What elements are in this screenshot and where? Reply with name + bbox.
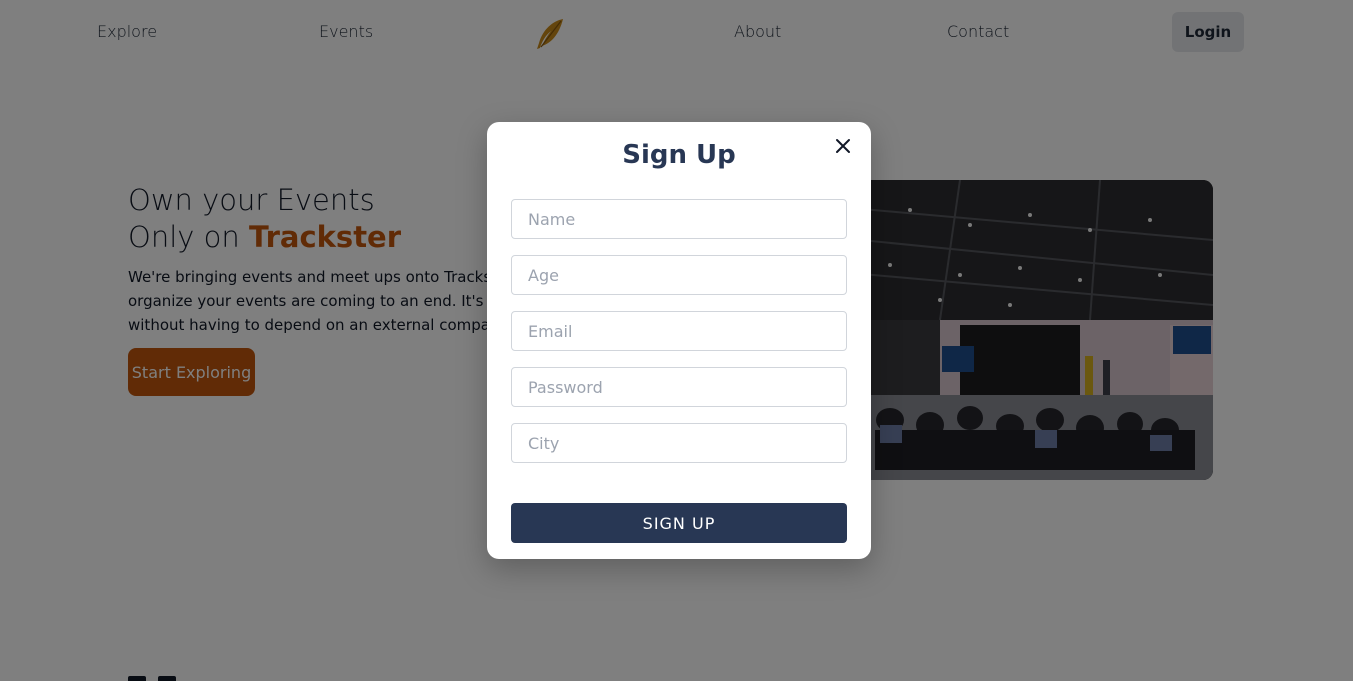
close-icon[interactable] bbox=[833, 136, 853, 156]
city-field[interactable] bbox=[511, 423, 847, 463]
name-field[interactable] bbox=[511, 199, 847, 239]
email-field[interactable] bbox=[511, 311, 847, 351]
signup-modal: Sign Up SIGN UP bbox=[487, 122, 871, 559]
signup-submit-button[interactable]: SIGN UP bbox=[511, 503, 847, 543]
modal-title: Sign Up bbox=[622, 140, 736, 170]
age-field[interactable] bbox=[511, 255, 847, 295]
password-field[interactable] bbox=[511, 367, 847, 407]
